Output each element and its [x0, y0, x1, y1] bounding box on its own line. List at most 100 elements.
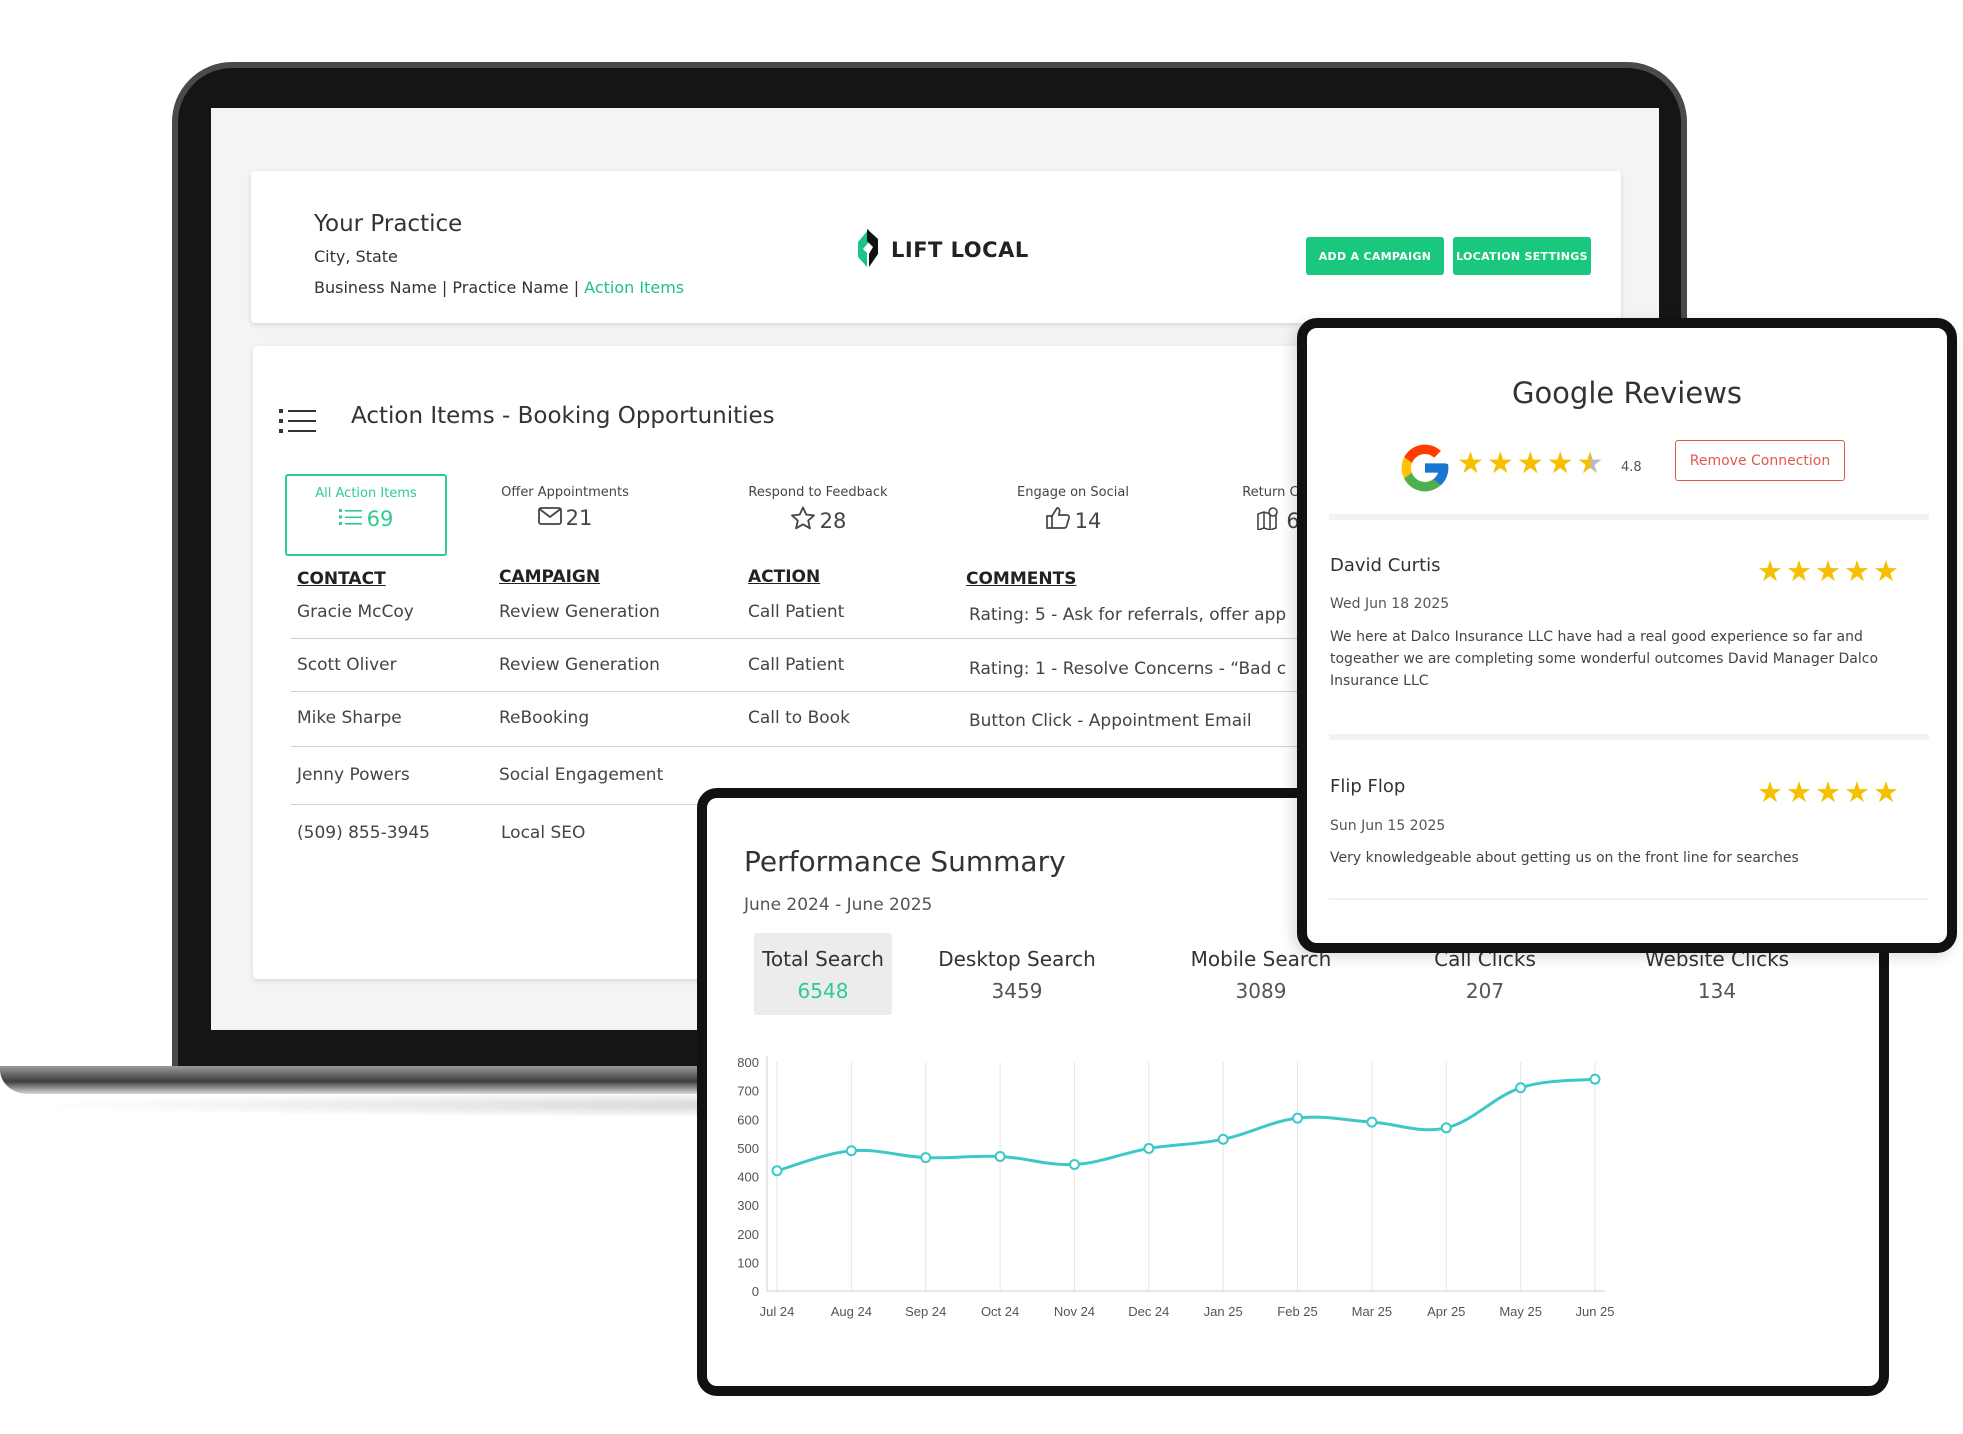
cell-action: Call Patient — [748, 602, 845, 622]
practice-location: City, State — [314, 247, 398, 266]
y-tick-label: 800 — [737, 1055, 759, 1070]
filter-label: Engage on Social — [1017, 485, 1129, 500]
data-point[interactable] — [1292, 1112, 1304, 1124]
y-tick-label: 300 — [737, 1198, 759, 1213]
cell-action: Call to Book — [748, 708, 850, 728]
cell-campaign: Review Generation — [499, 602, 660, 622]
breadcrumb-practice[interactable]: Practice Name — [452, 278, 568, 297]
reviewer-name: Flip Flop — [1330, 776, 1406, 797]
cell-contact: Gracie McCoy — [297, 602, 414, 622]
review-divider — [1329, 898, 1929, 900]
review-divider — [1329, 514, 1929, 520]
breadcrumb-separator: | — [436, 278, 453, 297]
review-date: Wed Jun 18 2025 — [1330, 596, 1450, 612]
breadcrumb: Business Name | Practice Name | Action I… — [314, 278, 684, 297]
data-point[interactable] — [994, 1150, 1006, 1162]
cell-campaign: Social Engagement — [499, 765, 664, 785]
cell-contact: Scott Oliver — [297, 655, 397, 675]
row-divider — [291, 638, 1341, 639]
x-tick-label: Jun 25 — [1575, 1304, 1614, 1319]
series-line — [776, 1077, 1596, 1173]
filter-all-action-items[interactable]: All Action Items 69 — [285, 474, 447, 556]
data-point[interactable] — [1589, 1073, 1601, 1085]
filter-label: Respond to Feedback — [748, 485, 888, 500]
star-icon: ★ — [1457, 446, 1484, 481]
data-point[interactable] — [1143, 1142, 1155, 1154]
header-card: Your Practice City, State Business Name … — [251, 171, 1621, 323]
data-point[interactable] — [771, 1165, 783, 1177]
x-tick-label: Feb 25 — [1277, 1304, 1317, 1319]
cell-contact: Jenny Powers — [297, 765, 410, 785]
x-tick-label: Nov 24 — [1054, 1304, 1095, 1319]
filter-count: 21 — [565, 506, 593, 530]
google-reviews-card: Google Reviews ★ ★ ★ ★ ★ 4.8 Remove Conn… — [1297, 318, 1957, 953]
filter-label: Offer Appointments — [501, 485, 629, 500]
cell-comment: Button Click - Appointment Email — [969, 711, 1252, 731]
google-logo-icon — [1397, 440, 1453, 500]
half-star-icon: ★ — [1576, 446, 1604, 481]
filter-respond-to-feedback[interactable]: Respond to Feedback 28 — [718, 474, 918, 535]
y-tick-label: 500 — [737, 1141, 759, 1156]
star-icon: ★ — [1546, 446, 1574, 481]
data-point[interactable] — [1217, 1133, 1229, 1145]
remove-connection-button[interactable]: Remove Connection — [1675, 440, 1845, 481]
overall-rating-value: 4.8 — [1621, 460, 1642, 475]
data-point[interactable] — [845, 1145, 857, 1157]
review-stars: ★★★★★ — [1757, 775, 1902, 809]
y-tick-label: 400 — [737, 1170, 759, 1185]
filter-label: All Action Items — [315, 486, 417, 501]
cell-campaign: ReBooking — [499, 708, 590, 728]
data-point[interactable] — [1068, 1158, 1080, 1170]
row-divider — [291, 691, 1341, 692]
breadcrumb-action-items[interactable]: Action Items — [584, 278, 684, 297]
cell-comment: Rating: 5 - Ask for referrals, offer app — [969, 605, 1287, 625]
star-icon: ★ — [1486, 446, 1514, 481]
x-tick-label: Jul 24 — [760, 1304, 795, 1319]
y-tick-label: 100 — [737, 1255, 759, 1270]
reviews-title: Google Reviews — [1511, 376, 1743, 410]
column-header-contact[interactable]: CONTACT — [297, 569, 386, 589]
data-point[interactable] — [920, 1152, 932, 1164]
column-header-action[interactable]: ACTION — [748, 567, 820, 587]
location-settings-button[interactable]: LOCATION SETTINGS — [1453, 237, 1591, 275]
x-tick-label: Sep 24 — [905, 1304, 946, 1319]
y-tick-label: 600 — [737, 1112, 759, 1127]
cell-campaign: Review Generation — [499, 655, 660, 675]
y-tick-label: 700 — [737, 1084, 759, 1099]
row-divider — [291, 804, 711, 805]
add-campaign-button[interactable]: ADD A CAMPAIGN — [1306, 237, 1444, 275]
review-text: We here at Dalco Insurance LLC have had … — [1330, 629, 1879, 689]
data-point[interactable] — [1440, 1122, 1452, 1134]
review-divider — [1329, 734, 1929, 740]
column-header-campaign[interactable]: CAMPAIGN — [499, 567, 600, 587]
filter-count: 69 — [366, 507, 394, 531]
list-icon — [279, 408, 317, 438]
x-tick-label: Mar 25 — [1352, 1304, 1392, 1319]
cell-comment: Rating: 1 - Resolve Concerns - “Bad c — [969, 659, 1287, 679]
data-point[interactable] — [1366, 1116, 1378, 1128]
data-point[interactable] — [1515, 1082, 1527, 1094]
x-tick-label: Dec 24 — [1128, 1304, 1169, 1319]
cell-action: Call Patient — [748, 655, 845, 675]
filter-count: 14 — [1074, 508, 1102, 533]
logo-text: LIFT LOCAL — [891, 238, 1029, 262]
filter-offer-appointments[interactable]: Offer Appointments 21 — [465, 474, 665, 530]
y-tick-label: 0 — [752, 1284, 759, 1299]
mail-icon — [537, 506, 562, 530]
action-items-title: Action Items - Booking Opportunities — [351, 403, 775, 429]
review-date: Sun Jun 15 2025 — [1330, 818, 1446, 834]
filter-engage-on-social[interactable]: Engage on Social 14 — [973, 474, 1173, 535]
reviewer-name: David Curtis — [1330, 555, 1441, 576]
review-stars: ★★★★★ — [1757, 554, 1902, 588]
x-tick-label: Jan 25 — [1204, 1304, 1243, 1319]
cell-contact: Mike Sharpe — [297, 708, 402, 728]
overall-rating-stars: ★ ★ ★ ★ ★ — [1457, 449, 1604, 479]
column-header-comments[interactable]: COMMENTS — [966, 569, 1076, 589]
star-outline-icon — [790, 506, 816, 535]
breadcrumb-business[interactable]: Business Name — [314, 278, 437, 297]
practice-name: Your Practice — [314, 211, 463, 237]
x-tick-label: May 25 — [1499, 1304, 1542, 1319]
x-tick-label: Aug 24 — [831, 1304, 872, 1319]
row-divider — [291, 746, 1341, 747]
thumbs-up-icon — [1045, 506, 1071, 535]
